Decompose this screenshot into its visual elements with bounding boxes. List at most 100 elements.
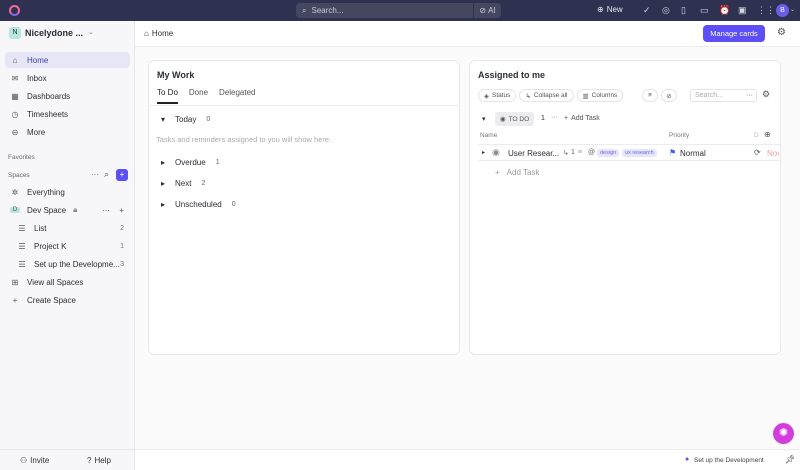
search-placeholder: Search... [311,6,344,15]
add-task-row[interactable]: + Add Task [495,168,539,177]
plus-icon: + [564,115,569,122]
sidebar-item-view-all-spaces[interactable]: ⊞ View all Spaces [5,274,130,290]
sidebar-item-dashboards[interactable]: ▦ Dashboards [5,88,130,104]
workspace-name[interactable]: Nicelydone ... [25,28,83,38]
sidebar-item-create-space[interactable]: + Create Space [5,292,130,308]
assistant-fab-button[interactable]: ✺ [773,423,794,444]
status-circle-icon[interactable]: ◉ [492,147,500,158]
status-button[interactable]: ◈ Status [478,89,517,102]
current-task-link[interactable]: Set up the Development [694,457,764,464]
description-icon: ≡ [578,149,583,156]
columns-button[interactable]: ▥ Columns [576,89,624,102]
sidebar-item-everything[interactable]: ✲ Everything [5,184,130,200]
sidebar-list-item[interactable]: ☰ Project K 1 [5,238,130,254]
favorites-heading[interactable]: Favorites [8,154,35,161]
add-column-icon[interactable]: ⊕ [764,130,771,139]
breadcrumb-label: Home [151,29,174,38]
more-icon: ⊖ [11,127,19,137]
add-task-button[interactable]: + Add Task [564,115,600,122]
more-dots-icon[interactable]: ··· [746,90,753,101]
grid-icon: ⊞ [11,277,19,287]
label: Status [492,92,511,99]
tab-done[interactable]: Done [189,88,208,104]
group-next[interactable]: ▸ Next 2 [161,179,205,188]
column-header-due[interactable]: D [754,132,759,139]
clipboard-icon[interactable]: ▯ [681,5,686,16]
search-input[interactable]: Search... ··· [690,89,757,102]
due-date[interactable]: Nov [767,149,779,158]
invite-button[interactable]: ⚇ Invite [20,456,49,465]
sidebar-item-dev-space[interactable]: D Dev Space 🔒︎ ··· + [5,202,130,218]
search-icon: ⌕ [302,5,307,15]
tab-to-do[interactable]: To Do [157,88,178,104]
check-circle-button[interactable]: ⊘ [661,89,677,102]
status-circle-icon: ◉ [500,116,506,123]
apps-grid-icon[interactable]: ⋮⋮ [757,5,775,16]
manage-cards-button[interactable]: Manage cards [703,25,765,42]
list-icon: ☰ [18,241,26,251]
new-label: New [606,5,623,14]
video-icon[interactable]: ▭ [700,5,709,16]
sidebar-list-item[interactable]: ☰ Set up the Developme... 3 [5,256,130,272]
sidebar-item-more[interactable]: ⊖ More [5,124,130,140]
more-dots-icon[interactable]: ··· [91,170,99,179]
toolbar: ◈ Status ↳ Collapse all ▥ Columns [478,89,624,102]
caret-right-icon: ▸ [161,200,166,209]
label: Home [27,55,49,65]
group-today[interactable]: ▾ Today 0 [161,115,210,124]
caret-right-icon[interactable]: ▸ [482,149,485,156]
priority-value[interactable]: Normal [680,149,706,158]
more-dots-icon[interactable]: ··· [102,206,110,215]
sidebar-list-item[interactable]: ☰ List 2 [5,220,130,236]
new-button[interactable]: ⊕ New [597,5,623,14]
caret-down-icon[interactable]: ▾ [482,115,486,123]
chevron-down-icon[interactable]: ⌄ [88,28,94,36]
column-header-priority[interactable]: Priority [669,132,689,139]
label: Help [94,456,111,465]
ai-button[interactable]: ⊘ AI [473,3,501,18]
column-header-name[interactable]: Name [480,132,497,139]
count: 0 [231,201,236,208]
more-dots-icon[interactable]: ··· [551,114,558,121]
search-bar[interactable]: ⌕ Search... ⊘ AI [296,3,501,18]
alarm-icon[interactable]: ⏰ [719,5,730,16]
check-circle-icon[interactable]: ✓ [643,5,651,16]
settings-gear-icon[interactable]: ⚙ [762,89,770,100]
label: Unscheduled [175,200,222,209]
caret-down-icon: ▾ [161,115,166,124]
chevron-down-icon[interactable]: ⌄ [790,6,795,13]
tab-delegated[interactable]: Delegated [219,88,255,104]
group-overdue[interactable]: ▸ Overdue 1 [161,158,220,167]
pin-icon[interactable]: 📌︎ [785,455,795,464]
sidebar-item-home[interactable]: ⌂ Home [5,52,130,68]
card-title: Assigned to me [478,70,546,80]
filter-button[interactable]: ≡ [642,89,658,102]
list-icon: ☰ [18,223,26,233]
settings-gear-icon[interactable]: ⚙ [777,27,786,38]
collapse-all-button[interactable]: ↳ Collapse all [519,89,574,102]
help-button[interactable]: ? Help [87,456,111,465]
subtask-icon: ↳ [525,92,531,100]
label: Next [175,179,192,188]
label: Set up the Developme... [34,259,120,269]
task-name[interactable]: User Resear... [508,149,559,158]
search-icon[interactable]: ⌕ [104,169,109,180]
tag-ux-research[interactable]: ux research [622,149,657,157]
caret-right-icon: ▸ [161,158,166,167]
breadcrumb[interactable]: ⌂ Home [144,29,173,38]
add-space-button[interactable]: + [116,169,128,181]
status-group-badge[interactable]: ◉ TO DO [495,112,535,126]
table-row[interactable]: ▸ ◉ User Resear... ↳ 1 ≡ @ design ux res… [478,144,780,161]
timer-icon[interactable]: ◎ [662,5,670,16]
notepad-icon[interactable]: ▣ [738,5,747,16]
divider [0,449,134,450]
tag-design[interactable]: design [597,149,620,157]
count: 1 [215,159,220,166]
sidebar-item-timesheets[interactable]: ◷ Timesheets [5,106,130,122]
group-unscheduled[interactable]: ▸ Unscheduled 0 [161,200,236,209]
sidebar-item-inbox[interactable]: ✉ Inbox [5,70,130,86]
list-icon: ☰ [18,259,26,269]
avatar[interactable]: B [776,4,789,17]
help-icon: ? [87,456,92,465]
plus-icon[interactable]: + [119,206,124,215]
